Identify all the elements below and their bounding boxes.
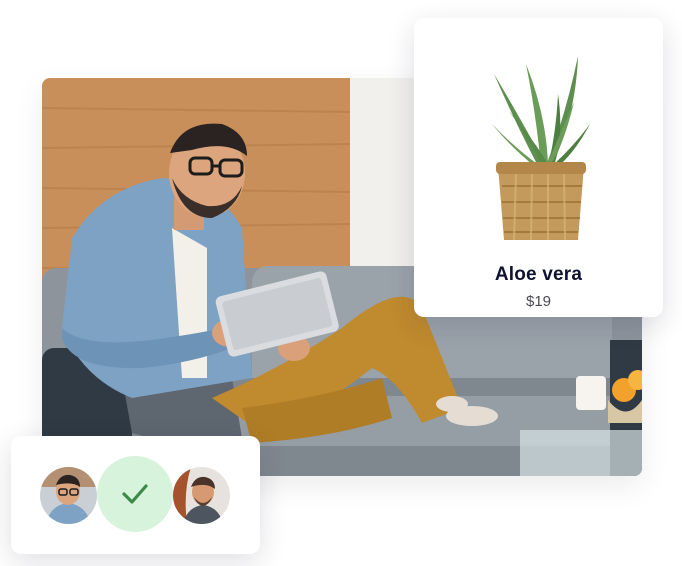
check-badge xyxy=(97,456,173,532)
aloe-vera-image xyxy=(492,56,590,241)
avatar xyxy=(40,467,97,524)
match-card xyxy=(11,436,260,554)
product-price: $19 xyxy=(525,293,552,310)
check-icon xyxy=(122,484,148,504)
product-card[interactable]: Aloe vera $19 xyxy=(414,18,663,317)
product-name: Aloe vera xyxy=(494,264,583,285)
avatar xyxy=(173,467,230,524)
